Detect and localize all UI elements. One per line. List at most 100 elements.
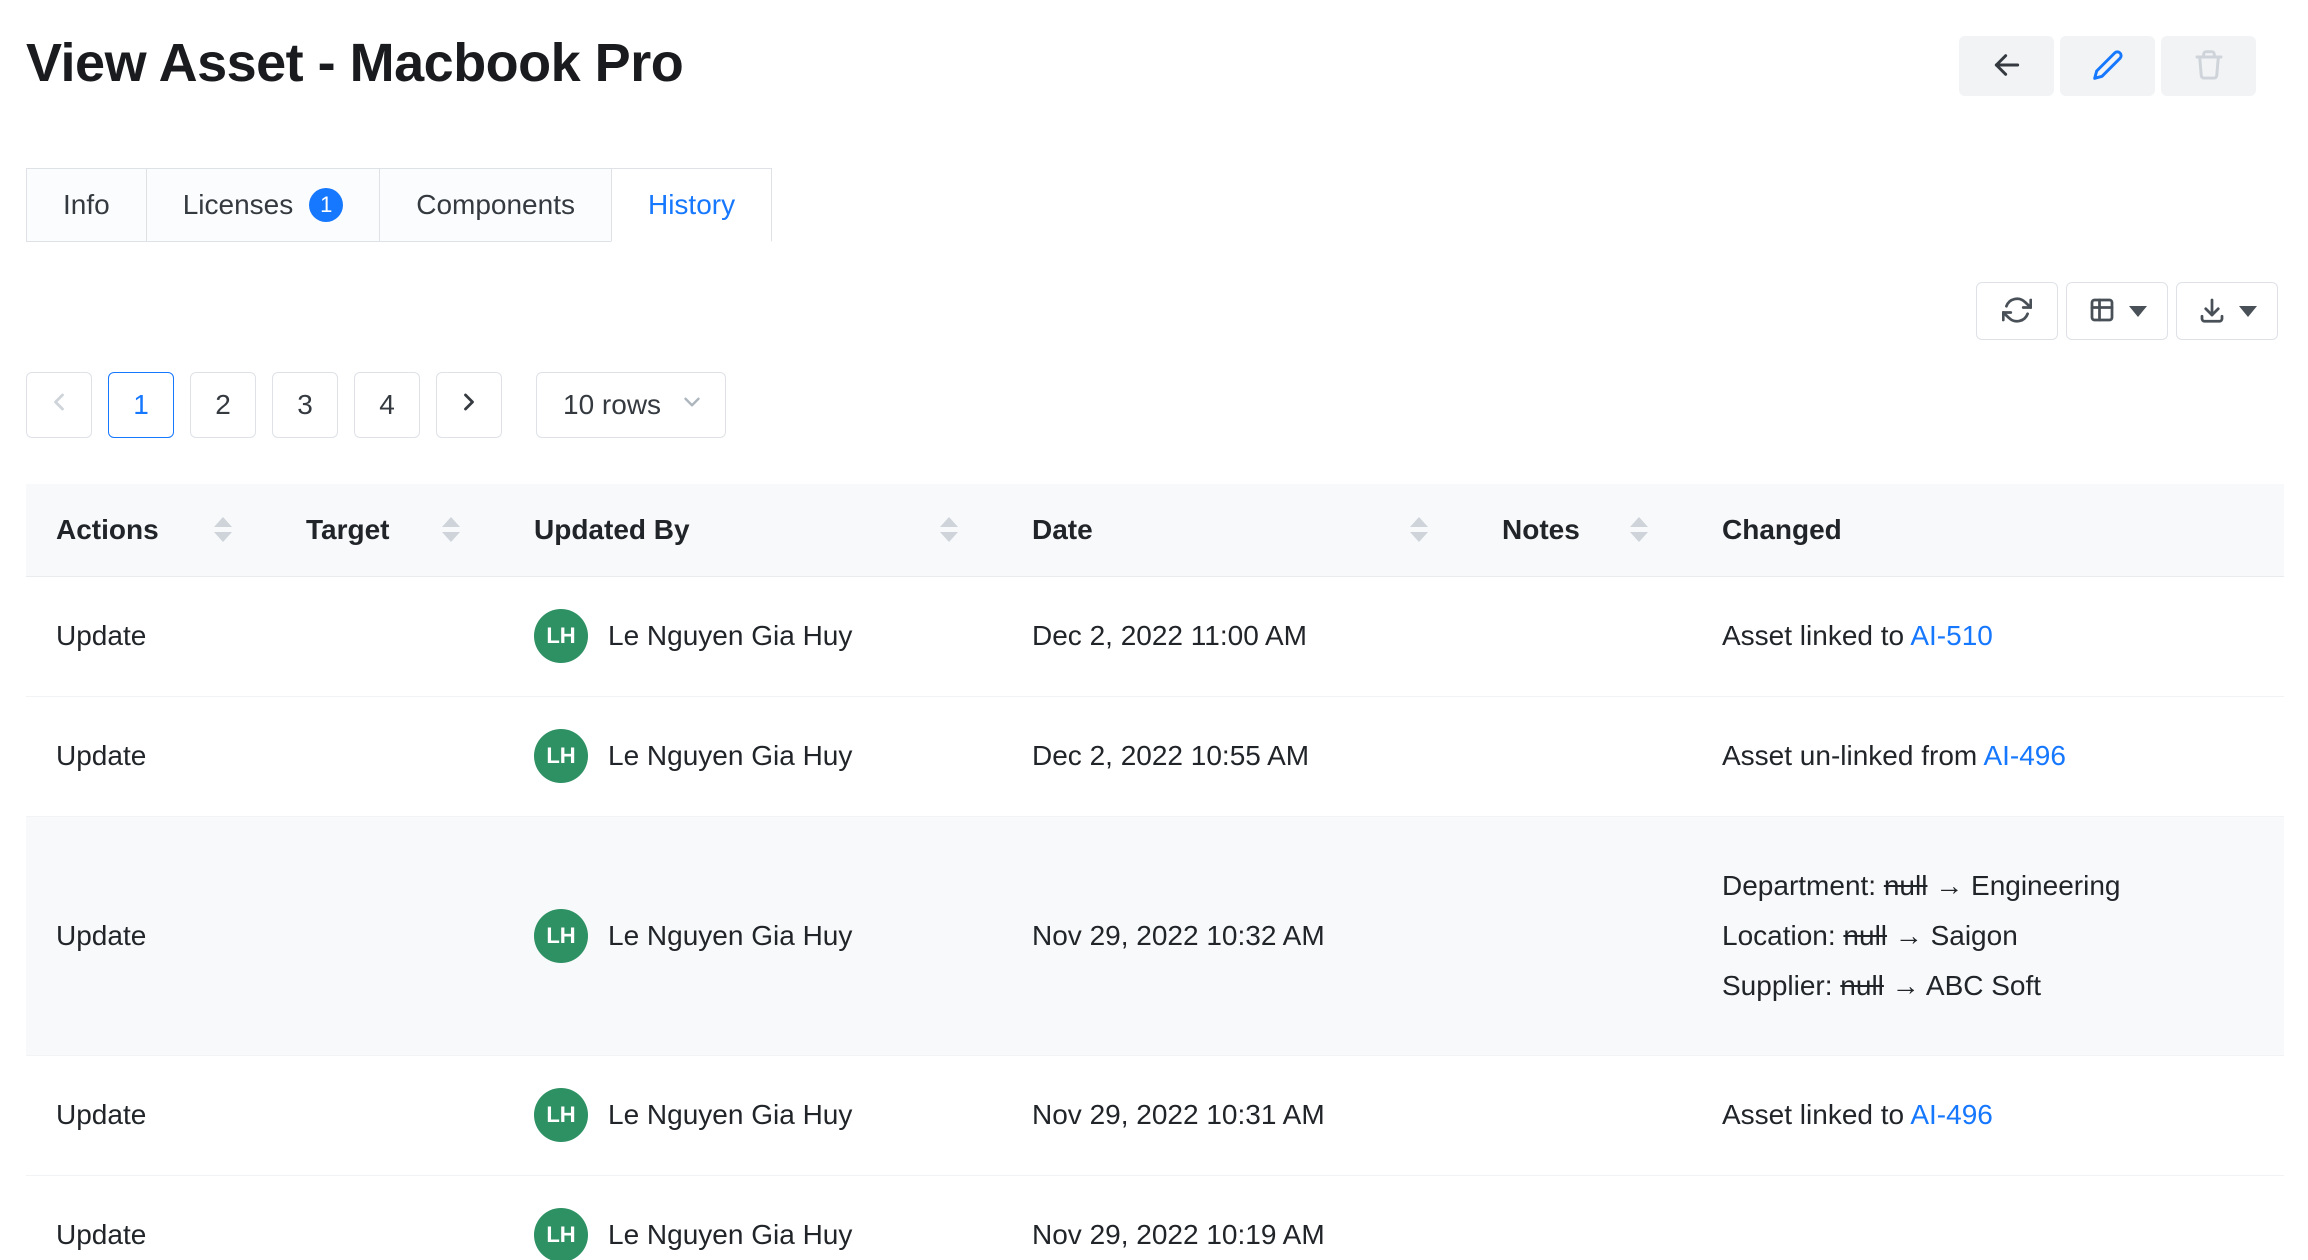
column-header-updated-by[interactable]: Updated By bbox=[504, 484, 1002, 576]
sort-icon bbox=[1630, 517, 1648, 542]
history-table: Actions Target Updated By Date Notes Cha… bbox=[26, 484, 2284, 1260]
tab-label: Components bbox=[416, 189, 575, 221]
avatar: LH bbox=[534, 909, 588, 963]
columns-button[interactable] bbox=[2066, 282, 2168, 340]
target-cell bbox=[276, 696, 504, 816]
tab-label: History bbox=[648, 189, 735, 221]
column-label: Date bbox=[1032, 514, 1093, 546]
table-header-row: Actions Target Updated By Date Notes Cha… bbox=[26, 484, 2284, 576]
target-cell bbox=[276, 1175, 504, 1260]
tab-info[interactable]: Info bbox=[26, 168, 147, 242]
delete-button[interactable] bbox=[2161, 36, 2256, 96]
tab-label: Info bbox=[63, 189, 110, 221]
changed-line: Department: null → Engineering bbox=[1722, 861, 2254, 911]
sort-icon bbox=[1410, 517, 1428, 542]
trash-icon bbox=[2193, 49, 2225, 84]
changed-text: Asset linked to bbox=[1722, 1099, 1910, 1130]
changed-text: Asset un-linked from bbox=[1722, 740, 1983, 771]
action-cell: Update bbox=[26, 1055, 276, 1175]
changed-old-value: null bbox=[1843, 920, 1887, 951]
changed-text: → Saigon bbox=[1887, 920, 2018, 951]
column-header-date[interactable]: Date bbox=[1002, 484, 1472, 576]
download-icon bbox=[2197, 295, 2227, 328]
changed-text: Asset linked to bbox=[1722, 620, 1910, 651]
notes-cell bbox=[1472, 576, 1692, 696]
changed-link[interactable]: AI-510 bbox=[1910, 620, 1993, 651]
tab-history[interactable]: History bbox=[611, 168, 772, 242]
table-row: UpdateLHLe Nguyen Gia HuyDec 2, 2022 11:… bbox=[26, 576, 2284, 696]
changed-link[interactable]: AI-496 bbox=[1983, 740, 2066, 771]
sort-icon bbox=[442, 517, 460, 542]
licenses-count-badge: 1 bbox=[309, 188, 343, 222]
changed-cell: Asset un-linked from AI-496 bbox=[1692, 696, 2284, 816]
header-actions bbox=[1959, 36, 2256, 96]
pagination-page-4[interactable]: 4 bbox=[354, 372, 420, 438]
avatar: LH bbox=[534, 729, 588, 783]
tab-licenses[interactable]: Licenses 1 bbox=[146, 168, 381, 242]
changed-line: Asset linked to AI-510 bbox=[1722, 611, 2254, 661]
avatar: LH bbox=[534, 1208, 588, 1260]
notes-cell bbox=[1472, 696, 1692, 816]
page-header: View Asset - Macbook Pro bbox=[0, 0, 2308, 96]
chevron-down-icon bbox=[679, 389, 705, 422]
table-row: Update LHLe Nguyen Gia HuyNov 29, 2022 10… bbox=[26, 1055, 2284, 1175]
avatar: LH bbox=[534, 609, 588, 663]
changed-line: Asset linked to AI-496 bbox=[1722, 1090, 2254, 1140]
changed-text: → Engineering bbox=[1927, 870, 2120, 901]
column-label: Changed bbox=[1722, 514, 1842, 546]
changed-text: Department: bbox=[1722, 870, 1884, 901]
tab-components[interactable]: Components bbox=[379, 168, 612, 242]
changed-line: Location: null → Saigon bbox=[1722, 911, 2254, 961]
changed-link[interactable]: AI-496 bbox=[1910, 1099, 1993, 1130]
pagination-prev-button[interactable] bbox=[26, 372, 92, 438]
notes-cell bbox=[1472, 1055, 1692, 1175]
action-cell: Update bbox=[26, 696, 276, 816]
changed-cell: Asset linked to AI-496 bbox=[1692, 1055, 2284, 1175]
rows-per-page-select[interactable]: 10 rows bbox=[536, 372, 726, 438]
user-name: Le Nguyen Gia Huy bbox=[608, 740, 852, 772]
refresh-icon bbox=[2002, 295, 2032, 328]
export-button[interactable] bbox=[2176, 282, 2278, 340]
column-label: Updated By bbox=[534, 514, 690, 546]
user-name: Le Nguyen Gia Huy bbox=[608, 620, 852, 652]
date-cell: Nov 29, 2022 10:31 AM bbox=[1002, 1055, 1472, 1175]
column-label: Notes bbox=[1502, 514, 1580, 546]
changed-text: Location: bbox=[1722, 920, 1843, 951]
updated-by-cell: LHLe Nguyen Gia Huy bbox=[504, 1175, 1002, 1260]
updated-by-cell: LH Le Nguyen Gia Huy bbox=[504, 576, 1002, 696]
pagination-page-1[interactable]: 1 bbox=[108, 372, 174, 438]
column-header-notes[interactable]: Notes bbox=[1472, 484, 1692, 576]
pagination-page-3[interactable]: 3 bbox=[272, 372, 338, 438]
table-row: UpdateLHLe Nguyen Gia HuyNov 29, 2022 10… bbox=[26, 1175, 2284, 1260]
column-label: Actions bbox=[56, 514, 159, 546]
history-table-body: UpdateLHLe Nguyen Gia HuyDec 2, 2022 11:… bbox=[26, 576, 2284, 1260]
pagination-next-button[interactable] bbox=[436, 372, 502, 438]
table-row: UpdateLHLe Nguyen Gia HuyNov 29, 2022 10… bbox=[26, 816, 2284, 1055]
changed-text: Supplier: bbox=[1722, 970, 1840, 1001]
refresh-button[interactable] bbox=[1976, 282, 2058, 340]
updated-by-cell: LHLe Nguyen Gia Huy bbox=[504, 1055, 1002, 1175]
edit-button[interactable] bbox=[2060, 36, 2155, 96]
column-header-actions[interactable]: Actions bbox=[26, 484, 276, 576]
date-cell: Dec 2, 2022 10:55 AM bbox=[1002, 696, 1472, 816]
caret-down-icon bbox=[2129, 306, 2147, 317]
sort-icon bbox=[940, 517, 958, 542]
tab-label: Licenses bbox=[183, 189, 294, 221]
column-header-target[interactable]: Target bbox=[276, 484, 504, 576]
column-label: Target bbox=[306, 514, 390, 546]
changed-cell bbox=[1692, 1175, 2284, 1260]
back-button[interactable] bbox=[1959, 36, 2054, 96]
page-title: View Asset - Macbook Pro bbox=[26, 32, 683, 94]
table-row: Update LH Le Nguyen Gia Huy Dec 2, 2022 10:… bbox=[26, 696, 2284, 816]
table-toolbar bbox=[0, 282, 2278, 340]
changed-old-value: null bbox=[1884, 870, 1928, 901]
date-cell: Nov 29, 2022 10:19 AM bbox=[1002, 1175, 1472, 1260]
changed-line: Supplier: null → ABC Soft bbox=[1722, 961, 2254, 1011]
updated-by-cell: LHLe Nguyen Gia Huy bbox=[504, 816, 1002, 1055]
pagination-page-2[interactable]: 2 bbox=[190, 372, 256, 438]
column-header-changed: Changed bbox=[1692, 484, 2284, 576]
action-cell: Update bbox=[26, 816, 276, 1055]
changed-cell: Asset linked to AI-510 bbox=[1692, 576, 2284, 696]
updated-by-cell: LH Le Nguyen Gia Huy bbox=[504, 696, 1002, 816]
tabs: Info Licenses 1 Components History bbox=[26, 168, 2308, 242]
